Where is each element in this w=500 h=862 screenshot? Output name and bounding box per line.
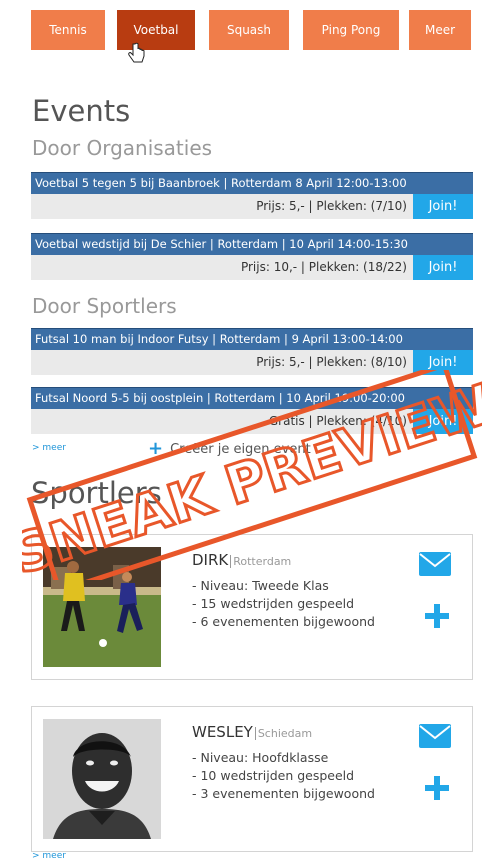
sportler-name[interactable]: WESLEY [192,723,253,741]
stat-matches: - 15 wedstrijden gespeeld [192,596,355,611]
add-friend-icon[interactable] [424,603,450,629]
tab-ping-pong[interactable]: Ping Pong [303,10,399,50]
sportler-events-heading: Door Sportlers [32,294,177,318]
stat-level: - Niveau: Hoofdklasse [192,750,329,765]
tab-meer[interactable]: Meer [409,10,471,50]
events-heading: Events [32,94,131,128]
event-title[interactable]: Futsal 10 man bij Indoor Futsy | Rotterd… [31,328,473,350]
sport-tabs: Tennis Voetbal Squash Ping Pong Meer [31,10,471,50]
sportler-stats: - Niveau: Hoofdklasse - 10 wedstrijden g… [192,749,375,803]
event-title[interactable]: Voetbal 5 tegen 5 bij Baanbroek | Rotter… [31,172,473,194]
tab-tennis[interactable]: Tennis [31,10,105,50]
event-info: Prijs: 10,- | Plekken: (18/22) [240,260,407,274]
sportler-card: WESLEY Schiedam - Niveau: Hoofdklasse - 1… [31,706,473,852]
event-item: Futsal 10 man bij Indoor Futsy | Rotterd… [31,328,473,375]
stat-events: - 3 evenementen bijgewoond [192,786,375,801]
add-friend-icon[interactable] [424,775,450,801]
stat-events: - 6 evenementen bijgewoond [192,614,375,629]
sneak-preview-stamp: SNEAK PREVIEW [22,370,482,580]
event-title[interactable]: Voetbal wedstijd bij De Schier | Rotterd… [31,233,473,255]
hand-cursor-icon [128,42,145,63]
stat-matches: - 10 wedstrijden gespeeld [192,768,355,783]
mail-icon[interactable] [418,723,452,749]
event-item: Voetbal 5 tegen 5 bij Baanbroek | Rotter… [31,172,473,219]
event-item: Voetbal wedstijd bij De Schier | Rotterd… [31,233,473,280]
join-button[interactable]: Join! [413,194,473,219]
join-button[interactable]: Join! [413,255,473,280]
org-events-heading: Door Organisaties [32,136,213,160]
sportler-stats: - Niveau: Tweede Klas - 15 wedstrijden g… [192,577,375,631]
sportler-city: Schiedam [254,727,313,740]
tab-squash[interactable]: Squash [209,10,289,50]
profile-photo [43,719,161,839]
more-sportlers-link[interactable]: > meer [32,851,66,861]
event-info: Prijs: 5,- | Plekken: (7/10) [256,199,407,213]
sportler-name-line: WESLEY Schiedam [192,723,313,741]
